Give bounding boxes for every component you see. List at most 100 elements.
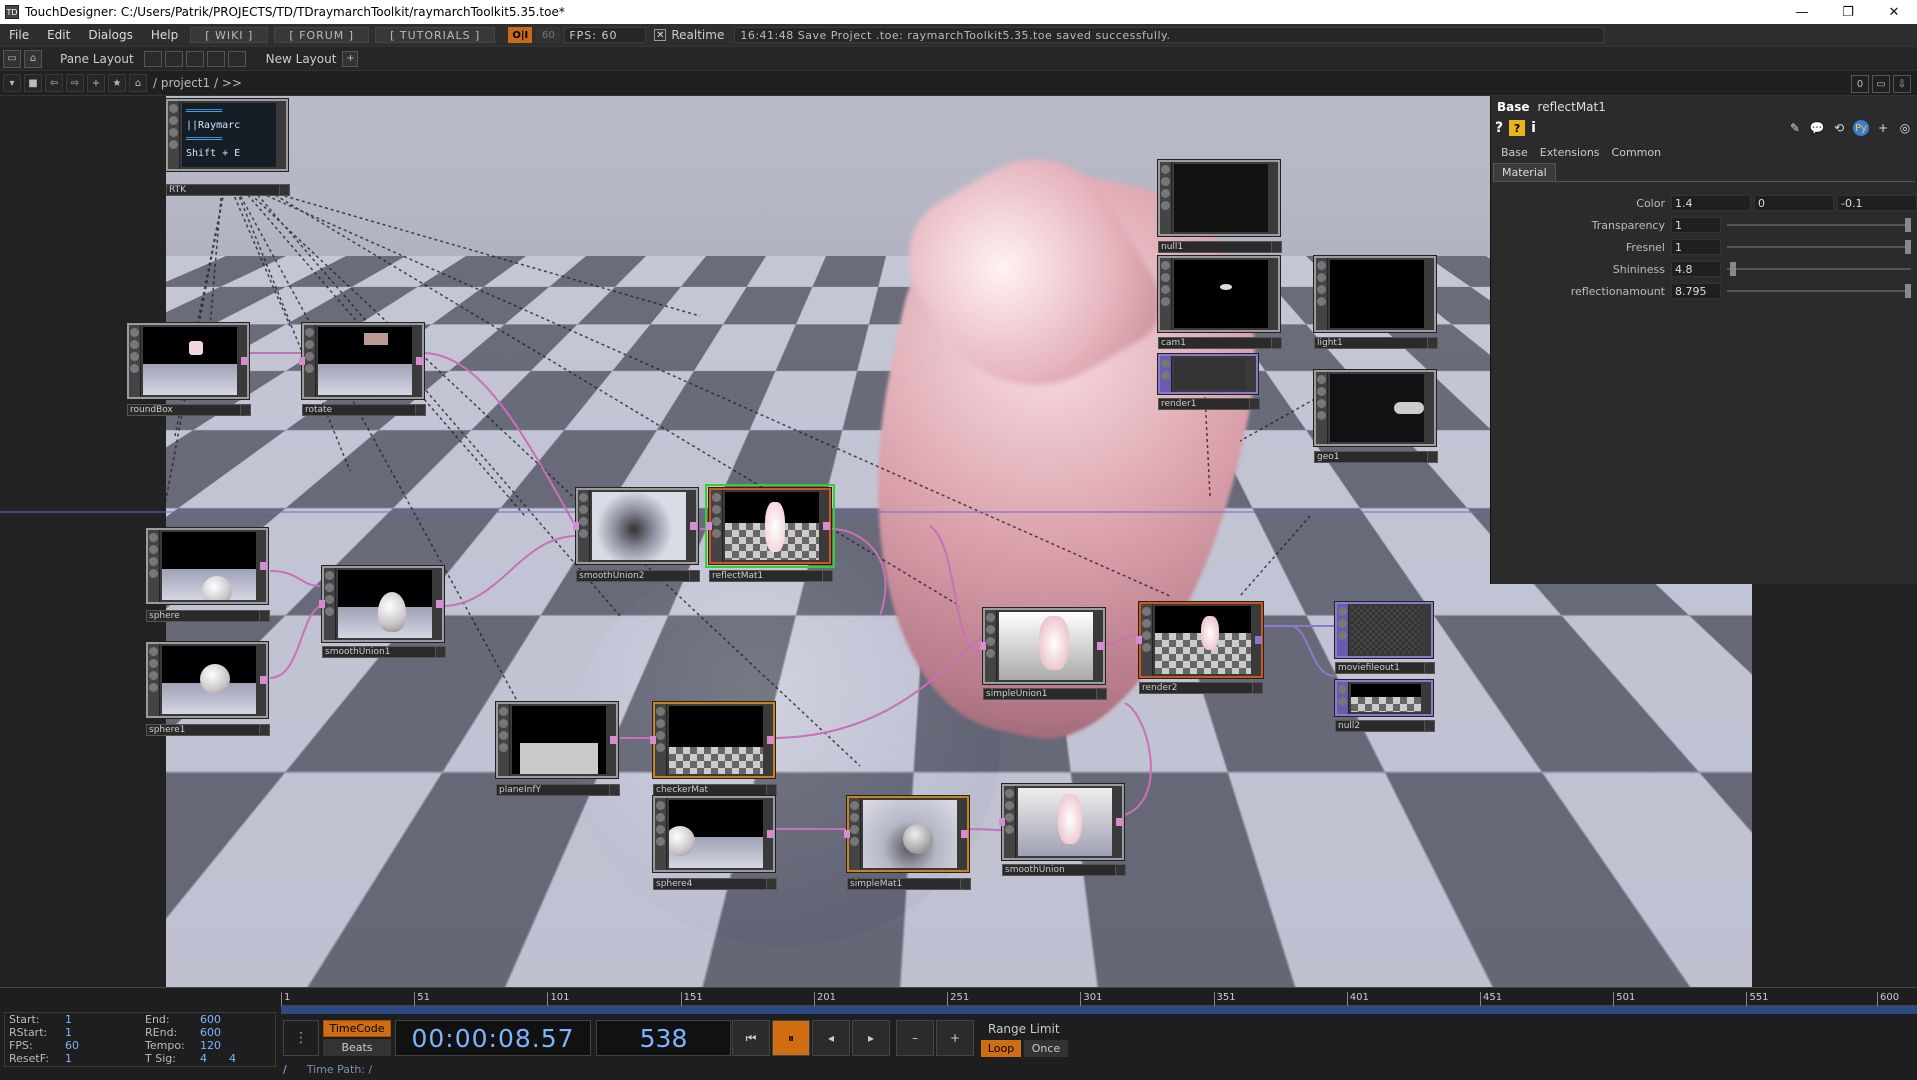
menu-file[interactable]: File (0, 28, 38, 42)
help-icon[interactable]: ? (1495, 120, 1503, 136)
node-sphere-label[interactable]: sphere (146, 610, 270, 622)
add-icon[interactable]: + (87, 74, 105, 92)
node-null1-label[interactable]: null1 (1158, 241, 1282, 253)
end-value[interactable]: 600 (200, 1013, 221, 1026)
node-smoothunion2[interactable] (573, 488, 698, 564)
maximize-pane-icon[interactable]: ▭ (1872, 75, 1890, 93)
add-param-icon[interactable]: + (1875, 120, 1891, 136)
perform-mode-toggle[interactable]: O|I (508, 27, 533, 43)
rstart-value[interactable]: 1 (65, 1026, 145, 1039)
path-value-field[interactable]: 0 (1851, 75, 1869, 93)
bookmark-icon[interactable]: ★ (108, 74, 126, 92)
menu-help[interactable]: Help (142, 28, 187, 42)
timecode-display[interactable]: 00:00:08.57 (395, 1020, 591, 1056)
node-render2[interactable] (1136, 602, 1263, 678)
layout-split-horizontal-button[interactable] (185, 50, 204, 67)
node-roundbox[interactable] (127, 323, 249, 399)
pause-icon[interactable]: ⏸ (772, 1020, 810, 1056)
node-sphere4-label[interactable]: sphere4 (653, 878, 777, 890)
tsig-numerator[interactable]: 4 (200, 1052, 207, 1065)
node-moviefileout1[interactable] (1335, 602, 1433, 658)
minimize-button[interactable]: — (1779, 0, 1825, 24)
close-button[interactable]: ✕ (1871, 0, 1917, 24)
pane-home-icon[interactable]: ⌂ (24, 49, 42, 68)
wiki-button[interactable]: [ WIKI ] (190, 27, 269, 43)
node-cam1[interactable] (1158, 256, 1280, 332)
node-smoothunion1[interactable] (319, 566, 444, 642)
tempo-value[interactable]: 120 (200, 1039, 221, 1052)
node-sphere1-label[interactable]: sphere1 (146, 724, 270, 736)
home-icon[interactable]: ⌂ (129, 74, 147, 92)
timeline-expand-icon[interactable]: ⋮ (283, 1020, 319, 1056)
fps-cap-button[interactable]: 60 (536, 27, 561, 43)
python-help-icon[interactable]: ? (1509, 120, 1526, 136)
shininess-slider[interactable] (1727, 262, 1911, 276)
menu-dialogs[interactable]: Dialogs (79, 28, 141, 42)
node-simpleunion1[interactable] (980, 608, 1105, 684)
transparency-slider[interactable] (1727, 218, 1911, 232)
rend-value[interactable]: 600 (200, 1026, 221, 1039)
stop-icon[interactable]: ■ (24, 74, 42, 92)
node-rtk[interactable]: ══════ ||Raymarc ══════ Shift + E (166, 99, 288, 171)
menu-edit[interactable]: Edit (38, 28, 79, 42)
start-value[interactable]: 1 (65, 1013, 145, 1026)
node-smoothunion-label[interactable]: smoothUnion (1002, 864, 1126, 876)
breadcrumb[interactable]: / project1 / >> (153, 76, 242, 90)
increment-button[interactable]: + (936, 1020, 974, 1056)
once-button[interactable]: Once (1024, 1040, 1068, 1057)
timecode-mode-button[interactable]: TimeCode (323, 1020, 391, 1037)
node-sphere1[interactable] (146, 642, 268, 718)
node-sphere4[interactable] (653, 796, 775, 872)
back-icon[interactable]: ⇦ (45, 74, 63, 92)
frame-display[interactable]: 538 (596, 1020, 731, 1056)
node-reflectmat1-label[interactable]: reflectMat1 (709, 570, 833, 582)
node-simplemat1-label[interactable]: simpleMat1 (847, 878, 971, 890)
layout-four-button[interactable] (227, 50, 246, 67)
layout-single-button[interactable] (143, 50, 162, 67)
node-light1-label[interactable]: light1 (1314, 337, 1438, 349)
node-smoothunion[interactable] (999, 784, 1124, 860)
pane-view-icon[interactable]: ▭ (3, 49, 21, 68)
node-planeinfy-label[interactable]: planeInfY (496, 784, 620, 796)
node-null1[interactable] (1158, 160, 1280, 236)
node-checkermat-label[interactable]: checkerMat (653, 784, 777, 796)
node-smoothunion1-label[interactable]: smoothUnion1 (322, 646, 446, 658)
step-back-icon[interactable]: ◂ (812, 1020, 850, 1056)
color-r-field[interactable]: 1.4 (1671, 195, 1751, 211)
comment-icon[interactable]: 💬 (1809, 120, 1825, 136)
add-layout-button[interactable]: + (342, 50, 359, 67)
step-forward-icon[interactable]: ▸ (852, 1020, 890, 1056)
node-reflectmat1[interactable] (705, 484, 835, 568)
node-simplemat1[interactable] (844, 796, 969, 872)
timeline-scrub-bar[interactable] (281, 1006, 1917, 1014)
python-icon[interactable]: Py (1853, 120, 1869, 136)
node-moviefileout1-label[interactable]: moviefileout1 (1335, 662, 1435, 674)
node-render1[interactable] (1158, 354, 1258, 394)
tab-extensions[interactable]: Extensions (1534, 146, 1606, 159)
loop-button[interactable]: Loop (981, 1040, 1021, 1057)
node-cam1-label[interactable]: cam1 (1158, 337, 1282, 349)
forward-icon[interactable]: ⇨ (66, 74, 84, 92)
node-render1-label[interactable]: render1 (1158, 398, 1260, 410)
node-rotate-label[interactable]: rotate (302, 404, 426, 416)
node-light1[interactable] (1314, 256, 1436, 332)
bypass-icon[interactable]: ⟲ (1831, 120, 1847, 136)
layout-three-button[interactable] (206, 50, 225, 67)
layout-split-vertical-button[interactable] (164, 50, 183, 67)
target-icon[interactable]: ◎ (1897, 120, 1913, 136)
node-render2-label[interactable]: render2 (1139, 682, 1263, 694)
color-b-field[interactable]: -0.1 (1837, 195, 1917, 211)
transparency-field[interactable]: 1 (1671, 217, 1721, 233)
node-rotate[interactable] (299, 323, 424, 399)
tab-common[interactable]: Common (1606, 146, 1668, 159)
fresnel-slider[interactable] (1727, 240, 1911, 254)
rewind-icon[interactable]: ⏮ (732, 1020, 770, 1056)
restore-button[interactable]: ❐ (1825, 0, 1871, 24)
info-icon[interactable]: i (1531, 120, 1536, 136)
node-checkermat[interactable] (650, 702, 775, 778)
fps-value[interactable]: 60 (65, 1039, 145, 1052)
tab-base[interactable]: Base (1495, 146, 1534, 159)
node-geo1-label[interactable]: geo1 (1314, 451, 1438, 463)
beats-mode-button[interactable]: Beats (323, 1039, 391, 1056)
time-path[interactable]: / Time Path: / (283, 1062, 372, 1076)
